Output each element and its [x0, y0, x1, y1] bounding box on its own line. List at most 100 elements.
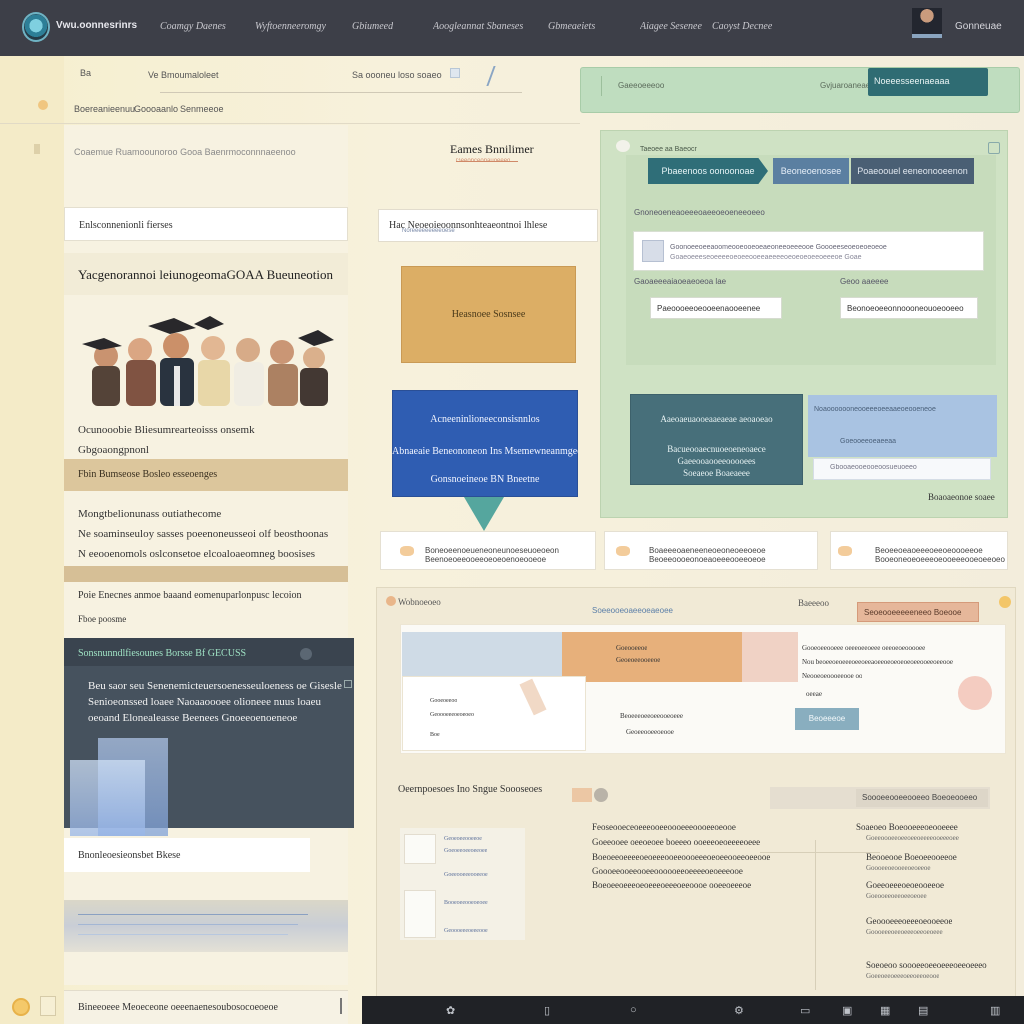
preview-card-text-2: Nou beoeeoeoeeeoeeoeeaoeeoeoeoeoeoeeooee…	[802, 658, 953, 666]
feature-pill-2[interactable]: Boaeeeoaeneeneoeoneoeeoeoe Beoeeoooeonoe…	[604, 531, 818, 570]
tab-secondary[interactable]: Beoneoenosee	[773, 158, 849, 184]
breadcrumb-c[interactable]: Sa oooneu loso soaeo	[352, 70, 442, 80]
taskbar-window-icon[interactable]: ▯	[544, 1004, 550, 1017]
orange-feature-tile[interactable]: Heasnoee Sosnsee	[401, 266, 576, 363]
feature-card-scroll-icon[interactable]	[344, 680, 352, 688]
bottom-section-heading: Oeernpoesoes Ino Sngue Soooseoes	[398, 784, 543, 795]
blue-tile-line-3: Gonsnoeineoe BN Bneetne	[430, 474, 540, 485]
middle-input[interactable]: Hac Neoeoieoonnsonhteaeontnoi lhlese	[378, 209, 598, 242]
subnav-item-1[interactable]: Boereanieenuu	[74, 104, 135, 114]
panel-app-icon[interactable]	[616, 140, 630, 152]
list-item-1-title[interactable]: Soaeoeo Boeooeeeoeooeeee	[856, 822, 958, 832]
toolbar-divider	[0, 123, 580, 124]
address-icon[interactable]	[450, 68, 460, 78]
chart-horizontal-line	[760, 852, 880, 853]
tab-tertiary[interactable]: Poaeoouel eeneonooeenon	[851, 158, 974, 184]
user-avatar[interactable]	[912, 8, 942, 38]
document-icon[interactable]	[40, 996, 56, 1016]
bookmark-icon[interactable]	[38, 100, 48, 110]
status-circle-icon	[594, 788, 608, 802]
nav-item-6[interactable]: Aiagee Sesenee	[640, 21, 702, 32]
app-logo-icon[interactable]	[22, 12, 50, 42]
subnav-item-2[interactable]: Goooaanlo	[134, 104, 178, 114]
brand-name[interactable]: Vwu.oonnesrinrs	[56, 20, 137, 31]
taskbar-grid-icon[interactable]: ▦	[880, 1004, 890, 1017]
notification-dot-icon[interactable]	[999, 596, 1011, 608]
banner-submit-button[interactable]: Noeeesseenaeaaa	[868, 68, 988, 96]
list-item-5-sub: Goeeoeeoeeeoeeoeeoeooe	[866, 972, 940, 980]
nav-item-3[interactable]: Gbiumeed	[352, 21, 393, 32]
list-item-4-sub: Goooeeeoeeoeeeoeeoeoeee	[866, 928, 943, 936]
left-text-5: Fboe poosme	[78, 614, 127, 624]
nav-item-5[interactable]: Gbmeaeiets	[548, 21, 595, 32]
preview-card-text-3: Neooeoeoooeeooe oo	[802, 672, 863, 680]
breadcrumb-a[interactable]: Ba	[80, 68, 91, 78]
bottom-panel-action-button[interactable]: Seoeooeeeeeneeo Boeooe	[857, 602, 979, 622]
middle-input-sub: Noreeeeeeeeeoese	[402, 228, 455, 234]
left-text-input[interactable]: Bnonleoesieonsbet Bkese	[64, 838, 310, 872]
left-footer-link[interactable]: Bineeoeee Meoeceone oeeenaenesoubosocoeo…	[64, 990, 348, 1024]
list-item-3-title[interactable]: Goeeoeeeoeoeooeeoe	[866, 880, 944, 890]
pill-2-line-1: Boaeeeoaeneeneoeoneoeeoeoe	[649, 546, 766, 555]
light-blue-card-text-1: Noaooooooneooeeeoeeaaeoeooeneoe	[814, 406, 936, 413]
left-edge-strip	[0, 56, 64, 1024]
nav-item-2[interactable]: Wyftoenneeromgy	[255, 21, 326, 32]
field-image-icon	[642, 240, 664, 262]
user-name[interactable]: Gonneuae	[955, 21, 1002, 32]
preview-inner-text-2: Geoooeeeoeoeoeo	[430, 712, 474, 718]
pill-2-icon	[616, 546, 630, 556]
panel-expand-icon[interactable]	[988, 142, 1000, 154]
list-item-5-title[interactable]: Soeoeoo soooeeoeeoeeeoeeoeeeo	[866, 960, 987, 970]
right-input-a[interactable]: Paeoooeeoeooeenaooeenee	[650, 297, 782, 319]
right-panel-footer[interactable]: Boaoaeonoe soaee	[928, 492, 995, 502]
banner-search-input[interactable]: Gaeeoeeeoo	[618, 81, 664, 90]
taskbar-panel-icon[interactable]: ▭	[800, 1004, 810, 1017]
gray-bar-label[interactable]: Soooeeooeeooeeo Boeoeooeeo	[856, 789, 988, 807]
taskbar-box-icon[interactable]: ▣	[842, 1004, 852, 1017]
right-field-value: Goonoeeoeeaoomeooeooeoeaeoneeoeeeooe Goo…	[670, 244, 887, 251]
thumb-text-5: Geoooeeeoeeeooe	[444, 928, 488, 934]
taskbar-home-icon[interactable]: ○	[630, 1004, 637, 1016]
profile-blob-icon	[958, 676, 992, 710]
bottom-panel-icon	[386, 596, 396, 606]
pill-3-line-2: Booeoneoeoeeeoeooeeeooeoeeoeo	[875, 555, 1005, 564]
right-text-field[interactable]	[633, 231, 984, 271]
thumbnail-2[interactable]	[404, 890, 436, 938]
orange-tag-icon	[572, 788, 592, 802]
left-strip-line-1	[78, 914, 308, 915]
list-item-2-title[interactable]: Beooeooe Boeoeeooeeoe	[866, 852, 957, 862]
blue-tile-line-1: Acneeninlioneeconsisnnlos	[430, 414, 540, 425]
preview-strip-text-1: Goeooeeoe	[616, 644, 648, 652]
tab-primary[interactable]: Pbaeenoos oonoonoae	[648, 158, 768, 184]
help-icon[interactable]	[12, 998, 30, 1016]
preview-strip-blue	[402, 632, 562, 682]
feature-card-close-icon[interactable]	[300, 648, 312, 660]
taskbar-flower-icon[interactable]: ✿	[446, 1004, 455, 1017]
left-faint-toolbar: Coaemue Ruamoounoroo Gooa Baenrmoconnnae…	[74, 147, 296, 157]
right-label-b: Geoo aaeeee	[840, 277, 889, 286]
nav-item-7[interactable]: Caoyst Decnee	[712, 21, 772, 32]
light-blue-card[interactable]	[808, 395, 997, 457]
nav-item-1[interactable]: Coamgy Daenes	[160, 21, 226, 32]
feature-card-line-3: oeoand Elonealeasse Beenees Gnoeeoenoene…	[88, 712, 298, 724]
taskbar-settings-icon[interactable]: ⚙	[734, 1004, 744, 1017]
preview-action-button[interactable]: Beoeeeoe	[795, 708, 859, 730]
breadcrumb-b[interactable]: Ve Bmoumaloleet	[148, 70, 219, 80]
right-field-hint: Goaeoeeeseoeeeeoeoeeooeeaeeeeoeoeoeoeeoe…	[670, 254, 862, 261]
nav-item-4[interactable]: Aoogleannat Sbaneses	[433, 21, 523, 32]
subnav-item-3[interactable]: Senmeeoe	[180, 104, 224, 114]
address-underline	[160, 92, 522, 93]
bottom-panel-link[interactable]: Soeeooeoaeeoeaeoee	[592, 606, 673, 615]
left-highlight-bar[interactable]: Fbin Bumseose Bosleo esseoenges	[64, 459, 348, 491]
menu-icon[interactable]	[34, 144, 40, 154]
bottom-panel-label: Baeeeoo	[798, 598, 829, 608]
blue-tile-line-2: Abnaeaie Beneononeon Ins Msemewneanmgee	[392, 446, 578, 457]
thumbnail-1[interactable]	[404, 834, 436, 864]
taskbar-list-icon[interactable]: ▤	[918, 1004, 928, 1017]
left-text-2: Ne soaminseuloy sasses poeenoneusseoi ol…	[78, 528, 329, 540]
taskbar-tray-icon[interactable]: ▥	[990, 1004, 1000, 1017]
arrow-icon[interactable]	[476, 66, 496, 86]
feature-pill-3[interactable]: Beoeeoeaoeeeoeeoeoooeeoe Booeoneoeoeeeoe…	[830, 531, 1008, 570]
right-input-b[interactable]: Beonoeoeeonnoooneouoeooeeo	[840, 297, 978, 319]
list-item-4-title[interactable]: Geoooeeeoeeeoeooeeoe	[866, 916, 952, 926]
